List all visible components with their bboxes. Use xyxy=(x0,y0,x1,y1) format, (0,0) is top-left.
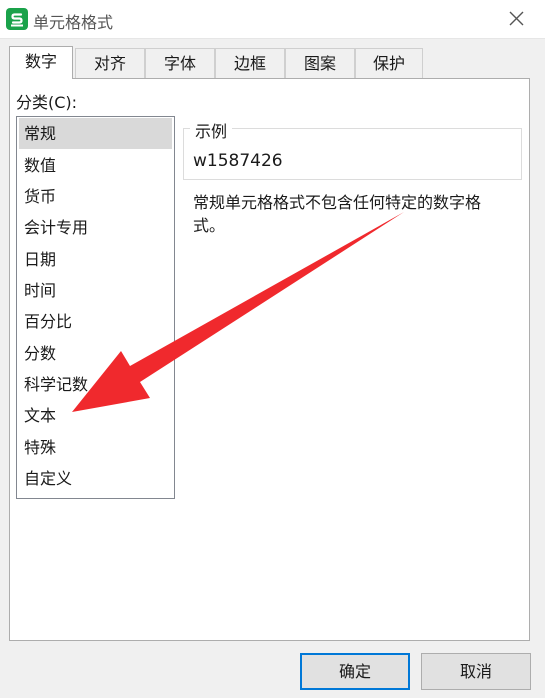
sample-legend: 示例 xyxy=(190,118,233,142)
tab-protection[interactable]: 保护 xyxy=(355,48,423,78)
category-item-accounting[interactable]: 会计专用 xyxy=(19,212,172,243)
tab-alignment[interactable]: 对齐 xyxy=(75,48,145,78)
sample-value: w1587426 xyxy=(193,151,283,171)
category-item-time[interactable]: 时间 xyxy=(19,275,172,306)
tab-font[interactable]: 字体 xyxy=(145,48,215,78)
category-item-percentage[interactable]: 百分比 xyxy=(19,306,172,337)
tab-number[interactable]: 数字 xyxy=(9,46,73,79)
close-button[interactable] xyxy=(500,4,534,34)
tab-border[interactable]: 边框 xyxy=(215,48,285,78)
category-item-custom[interactable]: 自定义 xyxy=(19,463,172,494)
category-item-currency[interactable]: 货币 xyxy=(19,181,172,212)
category-item-general[interactable]: 常规 xyxy=(19,118,172,149)
tab-pattern[interactable]: 图案 xyxy=(285,48,355,78)
category-item-date[interactable]: 日期 xyxy=(19,244,172,275)
category-label: 分类(C): xyxy=(16,93,78,112)
category-item-special[interactable]: 特殊 xyxy=(19,432,172,463)
category-listbox[interactable]: 常规 数值 货币 会计专用 日期 时间 百分比 分数 科学记数 文本 特殊 自定… xyxy=(16,116,175,499)
title-bar: 单元格格式 xyxy=(0,0,545,39)
spreadsheet-app-icon xyxy=(6,8,28,30)
window-title: 单元格格式 xyxy=(33,13,114,32)
category-item-number[interactable]: 数值 xyxy=(19,150,172,181)
close-icon xyxy=(509,11,524,26)
tab-strip: 数字 对齐 字体 边框 图案 保护 xyxy=(9,46,529,79)
format-description: 常规单元格格式不包含任何特定的数字格式。 xyxy=(193,193,482,235)
category-item-scientific[interactable]: 科学记数 xyxy=(19,369,172,400)
ok-button[interactable]: 确定 xyxy=(300,653,410,690)
cancel-button[interactable]: 取消 xyxy=(421,653,531,690)
category-item-text[interactable]: 文本 xyxy=(19,400,172,431)
category-item-fraction[interactable]: 分数 xyxy=(19,338,172,369)
